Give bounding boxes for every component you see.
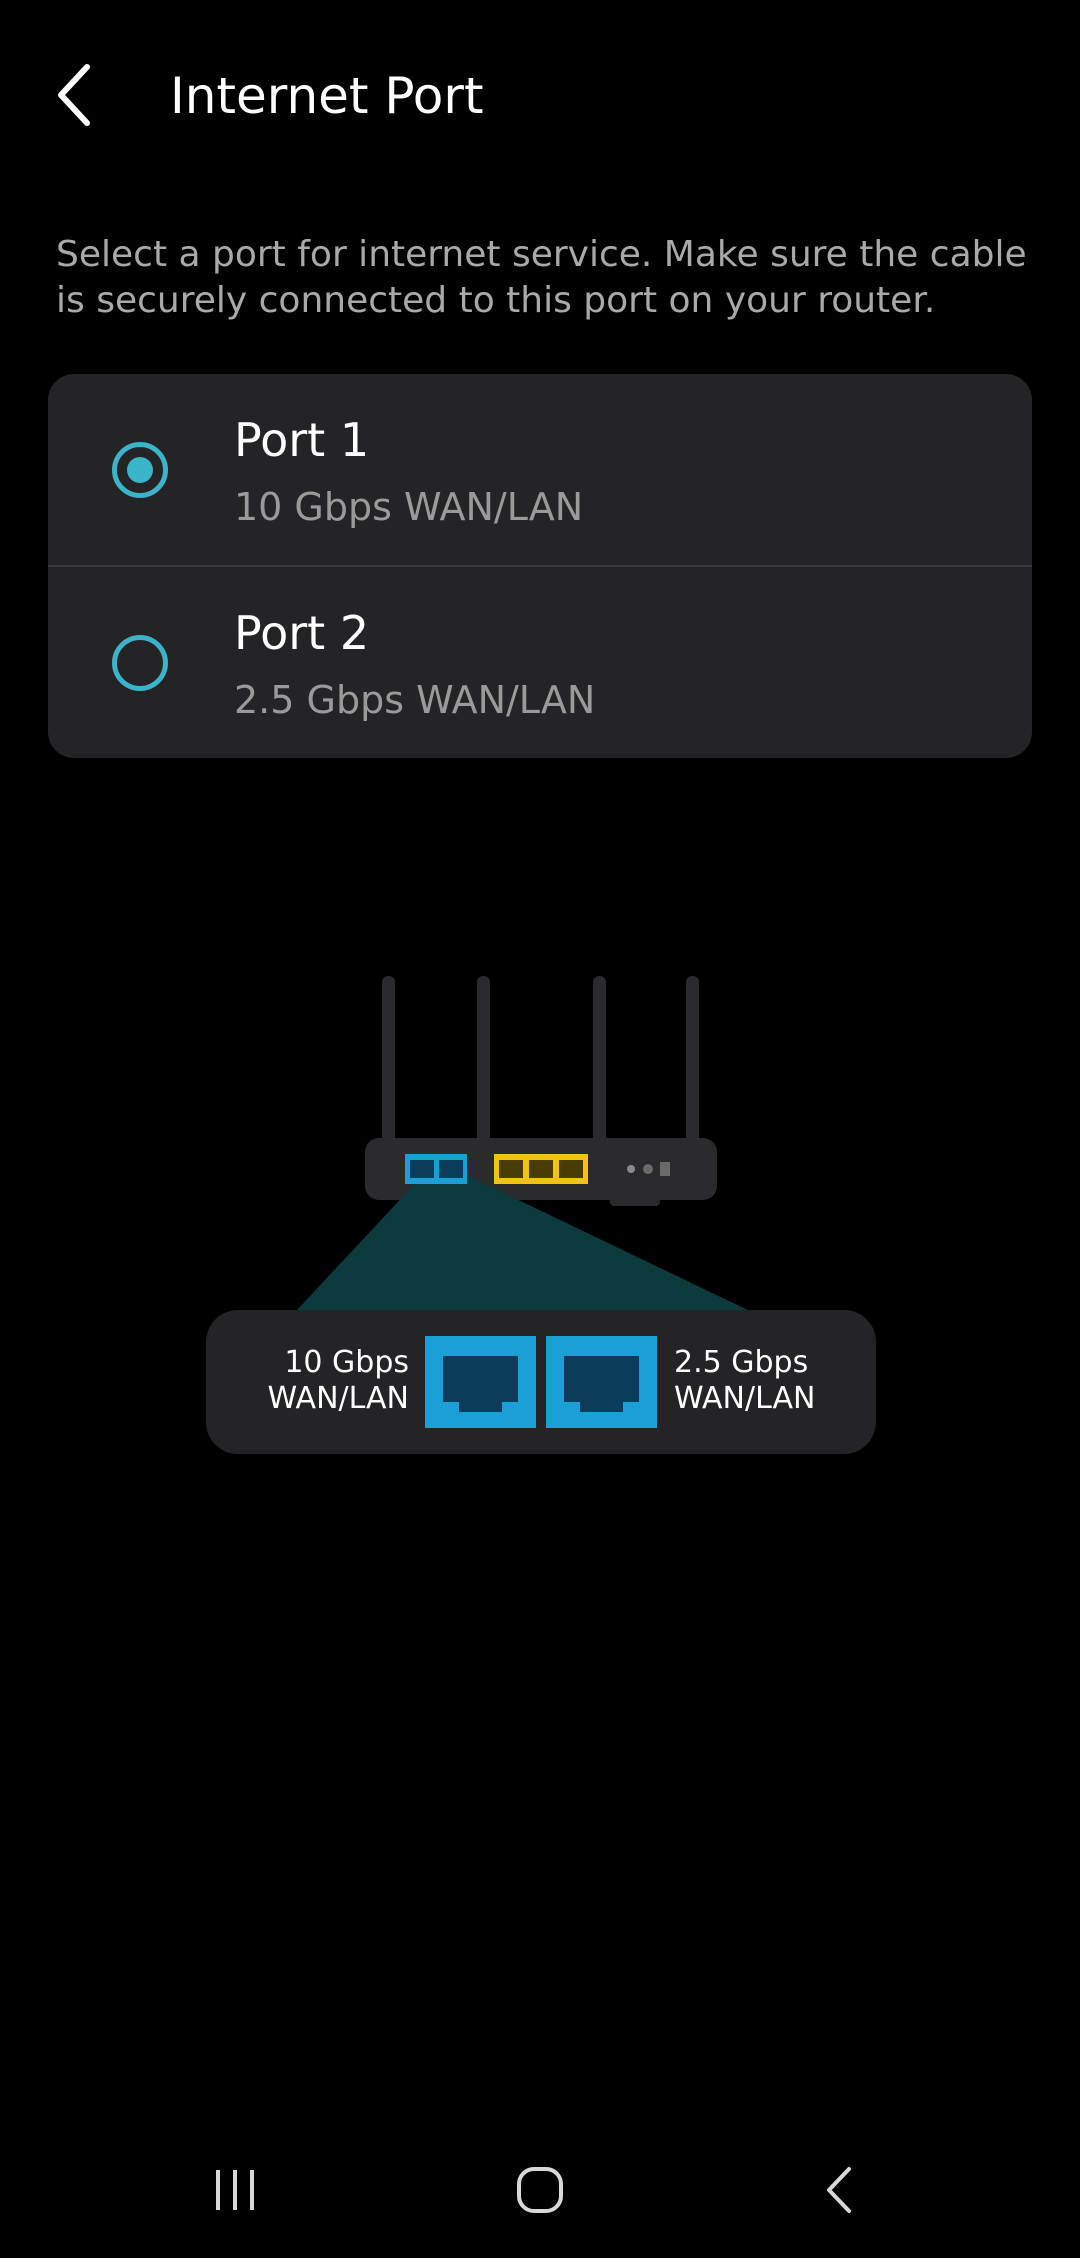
router-yellow-ports	[494, 1154, 588, 1184]
chevron-left-icon	[58, 64, 90, 126]
port-2-radio-unselected[interactable]	[112, 635, 168, 691]
nav-home-button[interactable]	[500, 2160, 580, 2220]
port-option-2[interactable]: Port 2 2.5 Gbps WAN/LAN	[48, 567, 1032, 758]
port-2-name: Port 2	[234, 606, 370, 660]
port-2-speed: 2.5 Gbps WAN/LAN	[234, 678, 596, 722]
port-1-name: Port 1	[234, 413, 370, 467]
description-text: Select a port for internet service. Make…	[56, 234, 1027, 321]
back-icon	[827, 2167, 851, 2213]
port-10g-enlarged	[425, 1336, 536, 1428]
right-port-label-line2: WAN/LAN	[674, 1381, 815, 1416]
left-port-label-line2: WAN/LAN	[268, 1381, 409, 1416]
router-blue-ports	[405, 1154, 467, 1184]
port-1-radio-selected[interactable]	[112, 442, 168, 498]
nav-recents-button[interactable]	[200, 2160, 270, 2220]
port-1-speed: 10 Gbps WAN/LAN	[234, 485, 584, 529]
nav-back-button[interactable]	[805, 2160, 875, 2220]
port-selection-card: Port 1 10 Gbps WAN/LAN Port 2 2.5 Gbps W…	[48, 374, 1032, 758]
recents-icon	[216, 2170, 254, 2210]
right-port-label-line1: 2.5 Gbps	[674, 1345, 808, 1380]
page-title: Internet Port	[170, 67, 484, 125]
radio-selected-dot	[127, 457, 153, 483]
home-icon	[517, 2167, 563, 2213]
port-2-5g-enlarged	[546, 1336, 657, 1428]
left-port-label-line1: 10 Gbps	[284, 1345, 409, 1380]
router-illustration: 10 Gbps WAN/LAN 2.5 Gbps WAN/LAN	[206, 976, 876, 1454]
back-button[interactable]	[40, 50, 110, 140]
port-option-1[interactable]: Port 1 10 Gbps WAN/LAN	[48, 374, 1032, 566]
